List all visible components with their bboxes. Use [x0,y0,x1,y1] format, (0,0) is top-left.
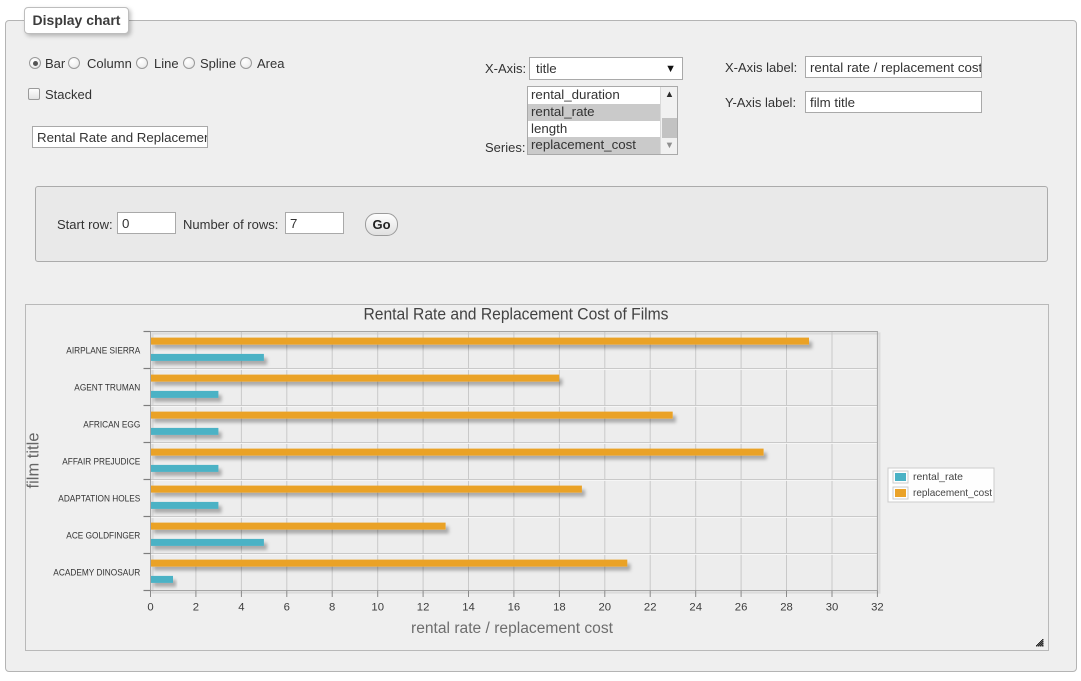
svg-text:10: 10 [371,602,384,614]
svg-text:24: 24 [689,602,702,614]
svg-text:ACADEMY DINOSAUR: ACADEMY DINOSAUR [53,567,140,578]
svg-text:26: 26 [735,602,748,614]
svg-text:rental rate / replacement cost: rental rate / replacement cost [411,620,614,637]
svg-text:16: 16 [508,602,521,614]
svg-text:replacement_cost: replacement_cost [913,488,992,499]
svg-text:12: 12 [417,602,430,614]
svg-text:Rental Rate and Replacement Co: Rental Rate and Replacement Cost of Film… [364,305,669,324]
svg-text:14: 14 [462,602,475,614]
svg-text:AGENT TRUMAN: AGENT TRUMAN [74,382,140,393]
svg-text:8: 8 [329,602,335,614]
svg-text:28: 28 [780,602,793,614]
svg-text:AIRPLANE SIERRA: AIRPLANE SIERRA [66,345,141,356]
svg-text:ADAPTATION HOLES: ADAPTATION HOLES [58,493,140,504]
svg-text:AFRICAN EGG: AFRICAN EGG [83,419,140,430]
svg-text:20: 20 [599,602,612,614]
svg-text:4: 4 [238,602,244,614]
svg-text:30: 30 [826,602,839,614]
svg-text:ACE GOLDFINGER: ACE GOLDFINGER [66,530,140,541]
svg-text:18: 18 [553,602,566,614]
svg-text:AFFAIR PREJUDICE: AFFAIR PREJUDICE [62,456,140,467]
svg-text:film title: film title [25,433,43,489]
svg-text:rental_rate: rental_rate [913,472,963,483]
svg-text:0: 0 [147,602,153,614]
svg-text:6: 6 [284,602,290,614]
svg-text:32: 32 [871,602,884,614]
svg-text:22: 22 [644,602,657,614]
svg-text:2: 2 [193,602,199,614]
